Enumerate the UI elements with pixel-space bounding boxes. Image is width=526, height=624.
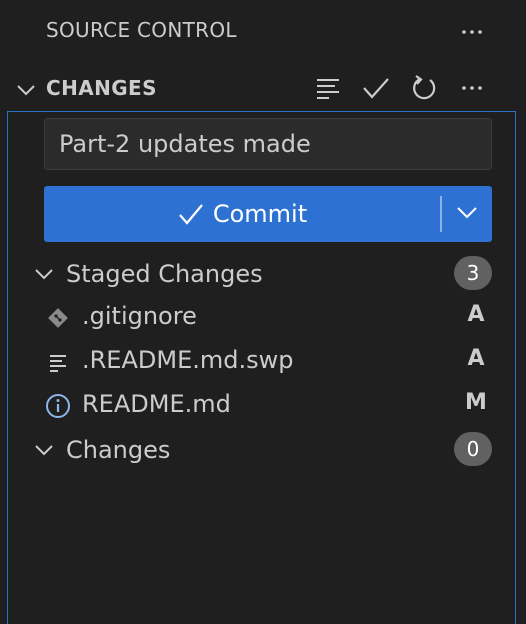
commit-check-icon[interactable] — [360, 72, 392, 104]
section-title: CHANGES — [46, 76, 157, 100]
file-row-readme[interactable]: README.md M — [8, 386, 516, 426]
staged-count-badge: 3 — [454, 256, 492, 290]
file-row-readme-swp[interactable]: .README.md.swp A — [8, 342, 516, 382]
file-name: .gitignore — [82, 302, 197, 330]
chevron-down-icon — [455, 200, 479, 228]
file-name: README.md — [82, 390, 231, 418]
commit-dropdown-button[interactable] — [442, 186, 492, 242]
file-name: .README.md.swp — [82, 346, 294, 374]
source-control-panel: SOURCE CONTROL CHANGES Commit — [0, 0, 526, 624]
file-status: A — [467, 346, 485, 371]
chevron-down-icon[interactable] — [32, 262, 56, 286]
view-as-tree-icon[interactable] — [312, 72, 344, 104]
staged-changes-group[interactable]: Staged Changes 3 — [8, 254, 516, 294]
changes-count-badge: 0 — [454, 432, 492, 466]
refresh-icon[interactable] — [408, 72, 440, 104]
commit-button[interactable]: Commit — [44, 186, 492, 242]
panel-title: SOURCE CONTROL — [46, 18, 237, 42]
commit-message-input[interactable] — [44, 118, 492, 170]
check-icon — [177, 200, 205, 228]
file-status: A — [467, 302, 485, 327]
commit-label: Commit — [212, 200, 308, 228]
git-diamond-icon — [44, 304, 72, 332]
text-lines-icon — [44, 348, 72, 376]
chevron-down-icon[interactable] — [32, 438, 56, 462]
title-bar: SOURCE CONTROL — [0, 0, 526, 62]
info-icon — [44, 392, 72, 420]
staged-changes-label: Staged Changes — [66, 260, 263, 288]
chevron-down-icon[interactable] — [14, 78, 38, 102]
more-horizontal-icon[interactable] — [456, 72, 488, 104]
changes-group[interactable]: Changes 0 — [8, 430, 516, 470]
file-status: M — [465, 390, 487, 415]
file-row-gitignore[interactable]: .gitignore A — [8, 298, 516, 338]
more-horizontal-icon[interactable] — [456, 16, 488, 48]
commit-main-button[interactable]: Commit — [44, 186, 440, 242]
changes-label: Changes — [66, 436, 171, 464]
